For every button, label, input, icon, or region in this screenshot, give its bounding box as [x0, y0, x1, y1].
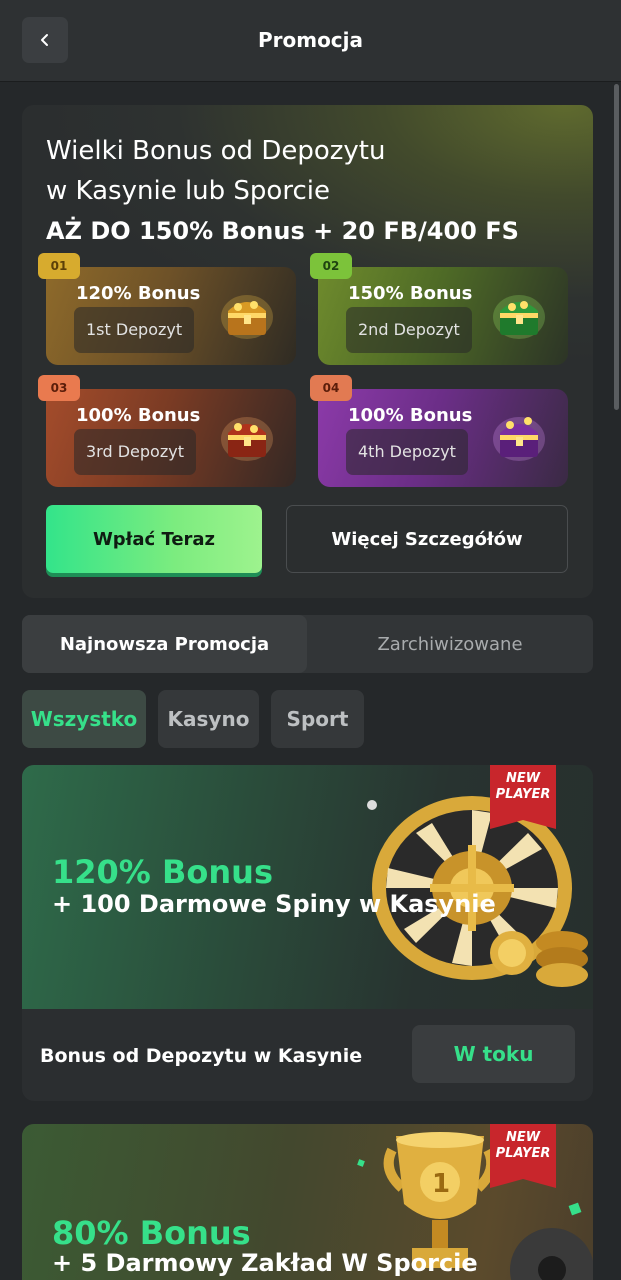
- tab-latest-promotion[interactable]: Najnowsza Promocja: [22, 615, 307, 673]
- promo-title: Bonus od Depozytu w Kasynie: [40, 1045, 363, 1067]
- promo-card-sport[interactable]: NEW PLAYER 1 80% Bonus + 5 Darmowy Zakła…: [22, 1124, 593, 1280]
- promo-description: + 100 Darmowe Spiny w Kasynie: [52, 890, 496, 918]
- promo-tabs: Najnowsza Promocja Zarchiwizowane: [22, 615, 593, 673]
- treasure-chest-icon: [221, 295, 273, 339]
- promo-card-casino[interactable]: NEW PLAYER 120% Bonus + 100 Darmowe Spin…: [22, 765, 593, 1101]
- promo-description: + 5 Darmowy Zakład W Sporcie: [52, 1249, 478, 1277]
- deposit-tile-2: 02 150% Bonus 2nd Depozyt: [310, 253, 568, 365]
- tile-badge: 01: [38, 253, 80, 279]
- more-details-button[interactable]: Więcej Szczegółów: [286, 505, 568, 573]
- tab-archived[interactable]: Zarchiwizowane: [307, 615, 593, 673]
- tile-badge: 04: [310, 375, 352, 401]
- hero-title-line2: w Kasynie lub Sporcie: [46, 176, 330, 206]
- badge-text-player: PLAYER: [495, 787, 551, 802]
- new-player-badge: NEW PLAYER: [490, 765, 556, 829]
- promo-bonus-amount: 120% Bonus: [52, 853, 273, 891]
- tile-amount: 100% Bonus: [348, 405, 473, 426]
- promo-footer: Bonus od Depozytu w Kasynie W toku: [22, 1009, 593, 1101]
- hero-title: Wielki Bonus od Depozytu w Kasynie lub S…: [46, 131, 519, 251]
- tile-badge: 02: [310, 253, 352, 279]
- hero-promo-card: Wielki Bonus od Depozytu w Kasynie lub S…: [22, 105, 593, 598]
- treasure-chest-icon: [493, 295, 545, 339]
- tile-amount: 120% Bonus: [76, 283, 201, 304]
- in-progress-button[interactable]: W toku: [412, 1025, 575, 1083]
- tile-amount: 150% Bonus: [348, 283, 473, 304]
- badge-text-player: PLAYER: [495, 1146, 551, 1161]
- filter-sport[interactable]: Sport: [271, 690, 364, 748]
- treasure-chest-icon: [493, 417, 545, 461]
- deposit-tile-3: 03 100% Bonus 3rd Depozyt: [38, 375, 296, 487]
- filter-casino[interactable]: Kasyno: [158, 690, 259, 748]
- page-title: Promocja: [257, 28, 364, 52]
- tile-amount: 100% Bonus: [76, 405, 201, 426]
- badge-text-new: NEW: [505, 771, 541, 786]
- deposit-tile-1: 01 120% Bonus 1st Depozyt: [38, 253, 296, 365]
- tile-label: 3rd Depozyt: [74, 429, 196, 475]
- scrollbar[interactable]: [614, 84, 619, 410]
- tile-badge: 03: [38, 375, 80, 401]
- hero-title-line1: Wielki Bonus od Depozytu: [46, 136, 386, 166]
- promo-banner: NEW PLAYER 1 80% Bonus + 5 Darmowy Zakła…: [22, 1124, 593, 1280]
- hero-title-line3: AŻ DO 150% Bonus + 20 FB/400 FS: [46, 217, 519, 245]
- svg-text:1: 1: [432, 1169, 450, 1199]
- tile-label: 4th Depozyt: [346, 429, 468, 475]
- tile-label: 2nd Depozyt: [346, 307, 472, 353]
- top-bar: Promocja: [0, 0, 621, 82]
- promo-bonus-amount: 80% Bonus: [52, 1214, 251, 1252]
- deposit-tile-4: 04 100% Bonus 4th Depozyt: [310, 375, 568, 487]
- badge-text-new: NEW: [505, 1130, 541, 1145]
- new-player-badge: NEW PLAYER: [490, 1124, 556, 1188]
- tile-label: 1st Depozyt: [74, 307, 195, 353]
- deposit-now-button[interactable]: Wpłać Teraz: [46, 505, 262, 573]
- treasure-chest-icon: [221, 417, 273, 461]
- promo-banner: NEW PLAYER 120% Bonus + 100 Darmowe Spin…: [22, 765, 593, 1009]
- filter-all[interactable]: Wszystko: [22, 690, 146, 748]
